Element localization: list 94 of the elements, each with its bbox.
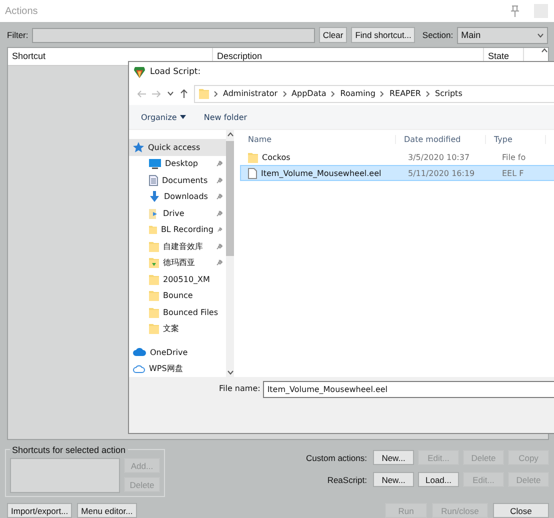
new-folder-button[interactable]: New folder [204,112,248,122]
file-type: EEL F [501,168,525,178]
action-button[interactable]: Close [493,503,549,518]
forward-arrow-icon[interactable] [152,90,161,98]
pin-icon [216,160,223,168]
row-label: Custom actions: [306,452,367,462]
folder-icon [149,240,159,252]
folder-icon [149,257,159,268]
scroll-up-icon [541,48,548,53]
file-date: 3/5/2020 10:37 [407,152,471,162]
nav-item[interactable]: Bounce [129,288,226,304]
file-type: File fo [501,152,527,162]
nav-item[interactable]: WPS网盘 [129,360,226,377]
nav-item[interactable]: 文案 [129,320,226,337]
nav-item[interactable]: BL Recording [129,222,226,238]
clear-button[interactable]: Clear [318,27,348,43]
scrollbar[interactable] [226,130,234,377]
file-date: 5/11/2020 16:19 [407,168,476,178]
row-label: ReaScript: [327,474,367,484]
app-logo-icon [134,66,145,78]
folder-icon [149,224,157,236]
cloud-icon [133,348,146,356]
cloud-icon [133,364,145,373]
pin-icon[interactable] [510,5,520,17]
column-header[interactable]: Name [240,135,396,144]
file-icon [248,168,257,178]
group-title: Shortcuts for selected action [10,445,128,455]
download-arrow-icon [149,191,160,202]
chevron-right-icon [282,90,287,96]
filter-field[interactable] [32,28,315,42]
chevron-right-icon [426,90,430,96]
organize-button[interactable]: Organize [141,112,186,122]
nav-item[interactable]: OneDrive [129,344,226,360]
file-row[interactable]: Item_Volume_Mousewheel.eel 5/11/2020 16:19 EEL F [240,165,554,181]
file-name: Item_Volume_Mousewheel.eel [261,168,382,178]
scroll-up-icon [226,132,234,137]
action-button[interactable]: New... [373,450,414,465]
folder-icon [199,88,209,99]
section-label: Section: [422,30,454,40]
file-name: Cockos [262,152,290,162]
desktop-icon [149,158,161,169]
folder-icon [149,290,159,302]
pin-icon [216,259,223,266]
nav-item[interactable]: Bounced Files [129,304,226,320]
nav-item[interactable]: 德玛西亚 [129,254,226,271]
column-header[interactable]: Type [486,135,546,144]
document-icon [149,174,158,186]
breadcrumb[interactable]: Roaming [340,89,376,98]
find-shortcut-button[interactable]: Find shortcut... [351,27,416,43]
column-header[interactable]: Date modified [396,135,486,144]
chevron-down-icon [167,91,174,96]
nav-item[interactable]: Desktop [129,156,226,172]
breadcrumb[interactable]: REAPER [389,89,421,98]
action-button[interactable]: Load... [418,472,459,487]
chevron-right-icon [331,90,336,96]
action-button[interactable]: Menu editor... [77,503,137,518]
file-name-field[interactable]: Item_Volume_Mousewheel.eel [263,381,554,398]
folder-icon [248,152,258,162]
window-title: Actions [5,6,39,16]
nav-item[interactable]: 200510_XM [129,271,226,288]
action-button[interactable]: Import/export... [7,503,72,518]
address-bar[interactable]: Administrator AppData Roaming REAPER Scripts [194,84,554,102]
folder-icon [149,323,159,334]
up-arrow-icon[interactable] [180,89,188,98]
pin-icon [217,226,223,234]
chevron-right-icon [214,90,218,96]
pin-icon [216,242,223,250]
shortcuts-list[interactable] [10,458,120,493]
chevron-down-icon [537,32,544,38]
filter-label: Filter: [7,30,28,40]
nav-item[interactable]: 自建音效库 [129,238,226,254]
nav-item[interactable]: Downloads [129,188,226,205]
folder-icon [149,274,159,285]
action-button[interactable]: New... [373,472,414,487]
breadcrumb[interactable]: AppData [292,89,326,98]
nav-item[interactable]: Documents [129,172,226,188]
nav-item[interactable]: Drive [129,205,226,222]
chevron-right-icon [380,90,384,96]
file-row[interactable]: Cockos 3/5/2020 10:37 File fo [240,149,554,165]
breadcrumb[interactable]: Administrator [223,89,278,98]
breadcrumb[interactable]: Scripts [434,89,462,98]
pin-icon [216,176,223,184]
caret-icon [180,115,186,119]
nav-item[interactable]: Quick access [129,139,226,156]
star-icon [133,142,144,153]
section-dropdown[interactable]: Main [457,26,548,44]
pin-icon [216,193,223,200]
folder-icon [149,208,159,219]
pin-icon [216,210,223,217]
file-name-label: File name: [219,383,260,393]
dialog-title: Load Script: [150,67,201,77]
scroll-down-icon [226,370,234,375]
back-arrow-icon[interactable] [137,90,146,98]
folder-icon [149,306,159,318]
